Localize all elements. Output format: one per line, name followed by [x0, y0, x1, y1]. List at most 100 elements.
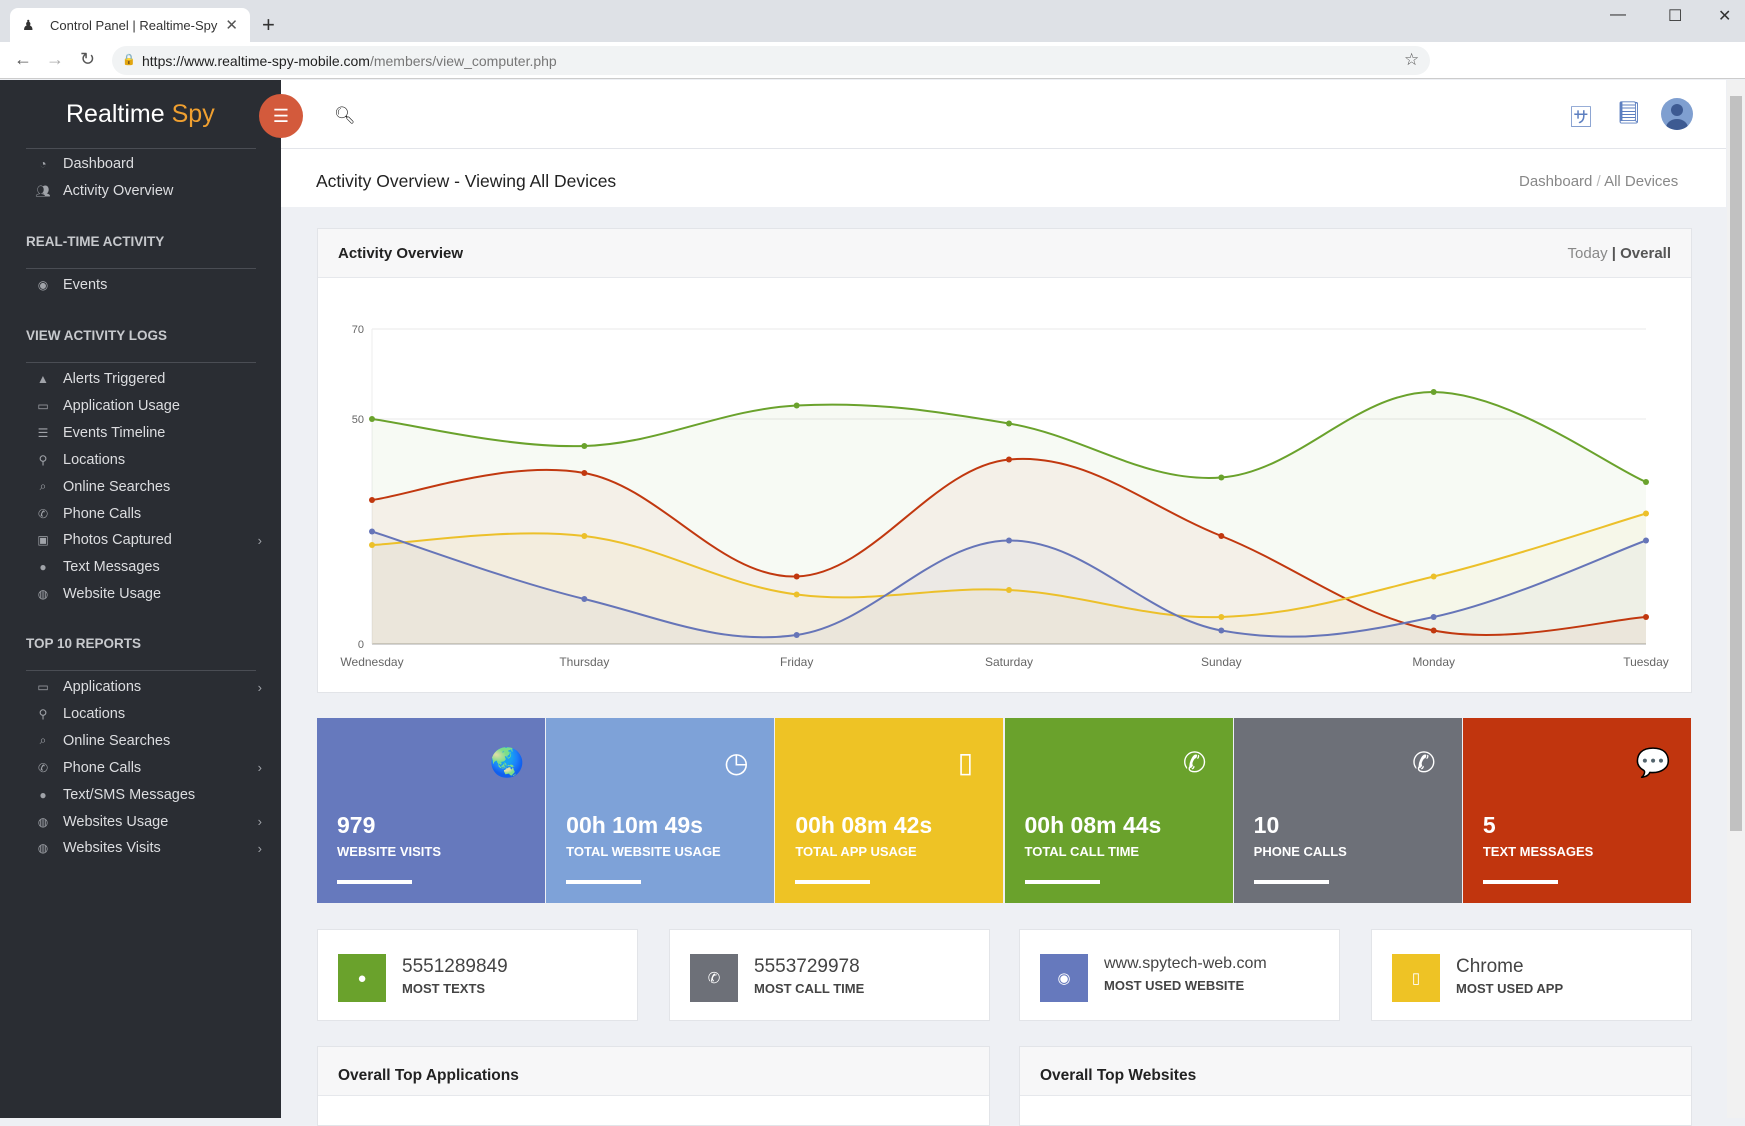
- warning-icon: ▲: [37, 372, 49, 386]
- sidebar-item[interactable]: ◔ Dashboard: [34, 156, 262, 172]
- phone-icon: ✆: [1412, 747, 1436, 778]
- back-button[interactable]: ←: [14, 49, 32, 70]
- data-point: [369, 542, 375, 548]
- url-host: https://www.realtime-spy-mobile.com: [142, 52, 370, 69]
- pin-icon: ⚲: [38, 706, 48, 721]
- chat-icon: ●: [39, 560, 47, 575]
- info-card: ▯ Chrome MOST USED APP: [1371, 929, 1692, 1021]
- sidebar-item[interactable]: ◍ Websites Visits ›: [34, 840, 262, 856]
- stat-tile[interactable]: ✆ 10 PHONE CALLS: [1233, 718, 1462, 903]
- y-tick-label: 0: [358, 639, 364, 651]
- stat-label: TEXT MESSAGES: [1482, 844, 1594, 859]
- data-point: [581, 470, 588, 476]
- data-point: [369, 416, 375, 422]
- sidebar-item[interactable]: ▭ Application Usage: [34, 398, 262, 414]
- info-label: MOST CALL TIME: [754, 981, 865, 996]
- data-point: [1430, 627, 1437, 634]
- data-point: [793, 573, 800, 580]
- stat-tile[interactable]: ◷ 00h 10m 49s TOTAL WEBSITE USAGE: [546, 718, 775, 903]
- stat-value: 00h 08m 42s: [795, 812, 933, 838]
- breadcrumb-dashboard[interactable]: Dashboard: [1519, 173, 1592, 190]
- chevron-right-icon: ›: [257, 760, 262, 776]
- stat-tile[interactable]: ▯ 00h 08m 42s TOTAL APP USAGE: [775, 718, 1004, 903]
- x-tick-label: Sunday: [1201, 655, 1242, 669]
- stat-bar: [566, 880, 642, 884]
- stat-label: WEBSITE VISITS: [337, 844, 442, 859]
- sidebar-item[interactable]: ● Text Messages: [34, 559, 262, 575]
- top-list-panel: Overall Top Applications: [317, 1046, 990, 1126]
- data-point: [1218, 627, 1225, 634]
- sidebar-item[interactable]: ⚲ Locations: [34, 452, 262, 468]
- x-tick-label: Monday: [1412, 655, 1455, 669]
- sidebar-item[interactable]: ◍ Websites Usage ›: [34, 814, 262, 830]
- info-value: 5553729978: [754, 956, 860, 977]
- sidebar-section-title: REAL-TIME ACTIVITY: [26, 234, 165, 249]
- activity-chart: 0 50 70 Wednesday Thursday Friday Saturday Sund…: [340, 324, 1668, 669]
- sidebar-section-title: TOP 10 REPORTS: [26, 636, 142, 651]
- sidebar-item[interactable]: 👥︎ Activity Overview: [34, 183, 262, 199]
- browser-tab[interactable]: ♟ Control Panel | Realtime-Spy ✕: [10, 8, 250, 42]
- mobile-icon: ▯: [1392, 954, 1440, 1002]
- y-tick-label: 70: [352, 324, 364, 336]
- sidebar-item[interactable]: ⌕ Online Searches: [34, 733, 262, 749]
- chat-icon: ●: [338, 954, 386, 1002]
- stat-value: 10: [1253, 812, 1280, 838]
- sidebar-item[interactable]: ✆ Phone Calls ›: [34, 760, 262, 776]
- close-tab-icon[interactable]: ✕: [225, 16, 238, 34]
- book-icon[interactable]: 📘︎: [1615, 100, 1643, 126]
- chat-icon: ●: [39, 787, 47, 802]
- y-tick-label: 50: [352, 414, 364, 426]
- globe-icon: ◍: [37, 814, 49, 829]
- forward-button[interactable]: →: [46, 49, 64, 70]
- maximize-button[interactable]: ☐: [1668, 6, 1682, 26]
- info-label: MOST USED WEBSITE: [1104, 978, 1245, 993]
- logo[interactable]: Realtime Spy: [66, 100, 215, 129]
- breadcrumb: Dashboard / All Devices: [1519, 173, 1679, 190]
- sidebar-item[interactable]: ⌕ Online Searches: [34, 479, 262, 495]
- data-point: [581, 596, 588, 602]
- image-icon: ▣: [37, 533, 49, 548]
- pin-icon: ⚲: [38, 452, 48, 467]
- sidebar-item[interactable]: ◍ Website Usage: [34, 586, 262, 602]
- lock-icon: 🔒: [122, 54, 136, 66]
- sidebar-item[interactable]: ● Text/SMS Messages: [34, 787, 262, 803]
- info-label: MOST USED APP: [1456, 981, 1564, 996]
- bookmark-star-icon[interactable]: ☆: [1404, 50, 1419, 70]
- url-bar[interactable]: https://www.realtime-spy-mobile.com/memb…: [112, 46, 1430, 75]
- sidebar-item[interactable]: ▭ Applications ›: [34, 679, 262, 695]
- sidebar-item[interactable]: ▣ Photos Captured ›: [34, 532, 262, 548]
- menu-toggle-button[interactable]: ☰: [259, 94, 303, 138]
- stat-value: 00h 10m 49s: [566, 812, 703, 838]
- data-point: [793, 402, 800, 409]
- dashboard-icon: ◔: [39, 157, 47, 171]
- data-point: [1643, 479, 1649, 485]
- stat-tile[interactable]: ✆ 00h 08m 44s TOTAL CALL TIME: [1004, 718, 1233, 903]
- list-icon: ☰: [37, 425, 49, 440]
- close-window-button[interactable]: ✕: [1718, 6, 1731, 26]
- data-point: [1218, 533, 1225, 539]
- scrollbar-thumb[interactable]: [1730, 96, 1742, 831]
- sidebar-divider: [26, 148, 256, 149]
- stat-tile[interactable]: 💬 5 TEXT MESSAGES: [1462, 718, 1691, 903]
- minimize-button[interactable]: —: [1610, 6, 1626, 24]
- reload-button[interactable]: ↻: [80, 49, 95, 70]
- info-value: www.spytech-web.com: [1104, 955, 1267, 972]
- stat-bar: [337, 880, 412, 884]
- page-title: Activity Overview - Viewing All Devices: [316, 171, 617, 191]
- phone-icon: ✆: [690, 954, 738, 1002]
- stat-tile[interactable]: 🌏 979 WEBSITE VISITS: [317, 718, 546, 903]
- sidebar-item[interactable]: ⚲ Locations: [34, 706, 262, 722]
- sidebar-item[interactable]: ▲ Alerts Triggered: [34, 371, 262, 387]
- sidebar-item[interactable]: ◉ Events: [34, 277, 262, 293]
- data-point: [1430, 614, 1437, 620]
- sidebar-item[interactable]: ☰ Events Timeline: [34, 425, 262, 441]
- sidebar-item[interactable]: ✆ Phone Calls: [34, 506, 262, 522]
- chevron-right-icon: ›: [257, 679, 262, 695]
- translate-icon[interactable]: 🈂︎: [1570, 100, 1592, 132]
- search-icon[interactable]: 🔍︎: [334, 106, 356, 126]
- top-list-panel: Overall Top Websites: [1019, 1046, 1692, 1126]
- info-label: MOST TEXTS: [402, 981, 486, 996]
- new-tab-button[interactable]: +: [262, 12, 275, 38]
- avatar[interactable]: [1661, 98, 1693, 130]
- monitor-icon: ▭: [37, 398, 49, 413]
